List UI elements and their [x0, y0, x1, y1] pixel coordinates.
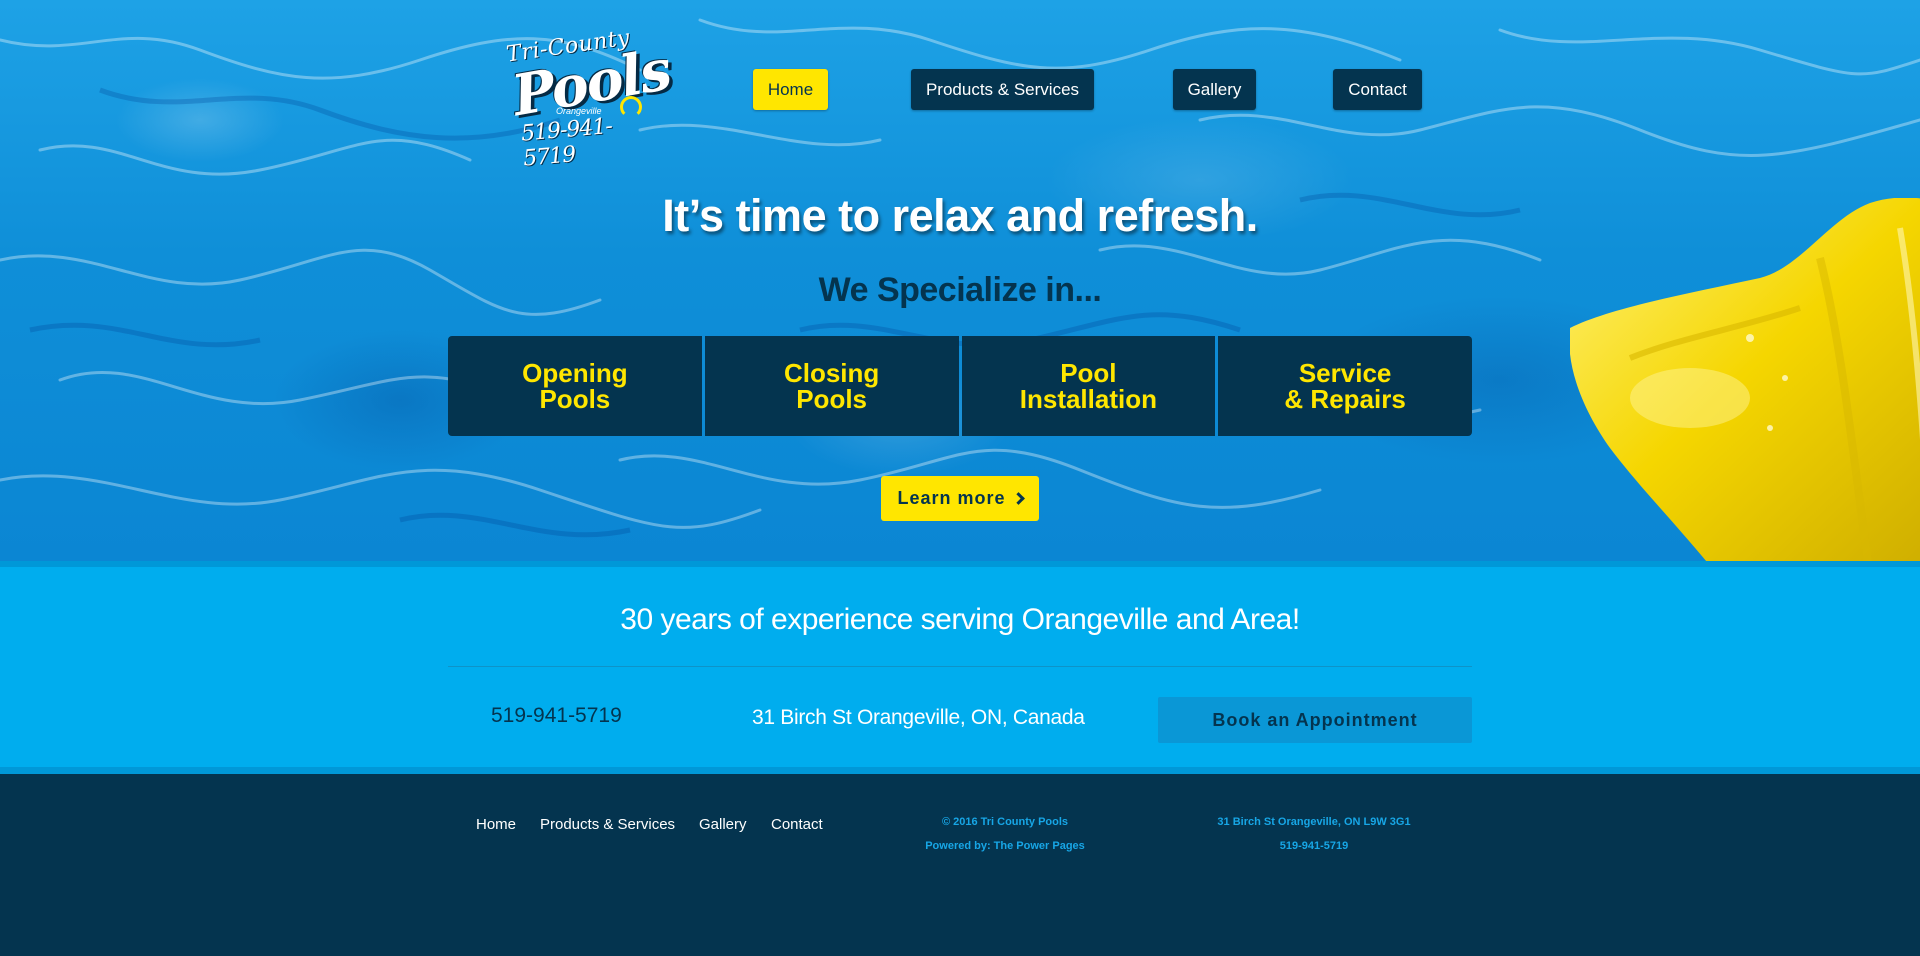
tri-county-pools-logo[interactable]: Tri-County Pools Orangeville 519-941-571…: [502, 25, 675, 171]
contact-phone[interactable]: 519-941-5719: [491, 704, 622, 728]
info-band: 30 years of experience serving Orangevil…: [0, 561, 1920, 774]
nav-gallery-button[interactable]: Gallery: [1173, 69, 1256, 110]
learn-more-button[interactable]: Learn more: [881, 476, 1039, 521]
footer-nav-contact[interactable]: Contact: [771, 816, 823, 833]
footer-copyright: © 2016 Tri County Pools: [941, 816, 1069, 828]
footer-nav-gallery[interactable]: Gallery: [699, 816, 747, 833]
footer-nav-products-services[interactable]: Products & Services: [540, 816, 675, 833]
hero-section: Tri-County Pools Orangeville 519-941-571…: [0, 0, 1920, 561]
footer-nav-home[interactable]: Home: [476, 816, 516, 833]
learn-more-label: Learn more: [897, 488, 1006, 508]
book-appointment-button[interactable]: Book an Appointment: [1158, 697, 1472, 743]
yellow-pool-float-image: [1570, 198, 1920, 561]
contact-address: 31 Birch St Orangeville, ON, Canada: [752, 706, 1085, 729]
service-opening-pools[interactable]: Opening Pools: [448, 336, 702, 436]
experience-tagline: 30 years of experience serving Orangevil…: [620, 603, 1300, 636]
service-closing-pools[interactable]: Closing Pools: [704, 336, 959, 436]
service-pool-installation[interactable]: Pool Installation: [961, 336, 1216, 436]
footer-address: 31 Birch St Orangeville, ON L9W 3G1: [1217, 816, 1411, 828]
chevron-right-icon: [1011, 492, 1025, 505]
service-service-repairs[interactable]: Service & Repairs: [1218, 336, 1472, 436]
footer-powered-by-link[interactable]: Powered by: The Power Pages: [880, 840, 1130, 852]
nav-products-services-button[interactable]: Products & Services: [911, 69, 1094, 110]
nav-contact-button[interactable]: Contact: [1333, 69, 1422, 110]
divider: [448, 666, 1472, 667]
footer: Home Products & Services Gallery Contact…: [0, 774, 1920, 956]
footer-phone[interactable]: 519-941-5719: [1164, 840, 1464, 852]
services-row: Opening Pools Closing Pools Pool Install…: [448, 336, 1472, 436]
nav-home-button[interactable]: Home: [753, 69, 828, 110]
